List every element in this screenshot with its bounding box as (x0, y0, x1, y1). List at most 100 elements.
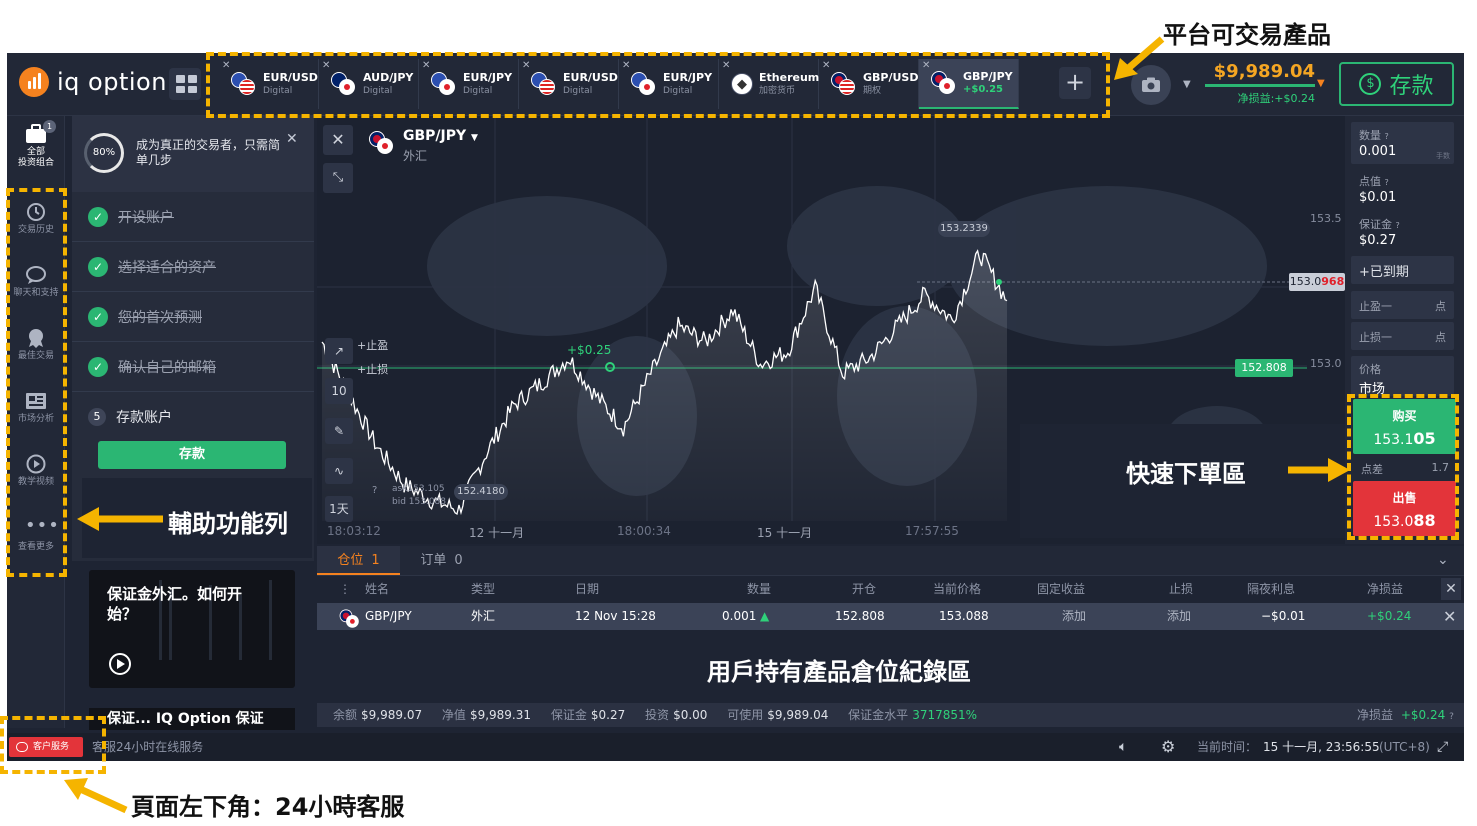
gbp-jpy-flag-icon (369, 131, 395, 155)
briefcase-icon: 1 (25, 120, 56, 144)
order-note: 快速下單區 (1126, 460, 1246, 488)
step-label: 存款账户 (116, 410, 172, 426)
chevron-down-icon[interactable]: ⌄ (1437, 552, 1449, 568)
summary-value: 3717851% (912, 708, 978, 722)
trade-pnl-label: +$0.25 (567, 343, 612, 357)
column-header: 开仓 (852, 582, 877, 596)
ask-price: ask153.105 (392, 484, 445, 494)
close-position-icon[interactable]: ✕ (1443, 603, 1456, 630)
quantity-field[interactable]: 数量 ? 0.001 手数 (1351, 122, 1454, 164)
positions-tabs: 仓位 1 订单 0 ⌄ (317, 546, 1464, 576)
help-icon[interactable]: ? (372, 485, 377, 496)
summary-label: 保证金 (550, 708, 587, 722)
tab-positions[interactable]: 仓位 1 (317, 546, 400, 575)
more-icon[interactable]: ⋮ (339, 576, 351, 603)
cell-type: 外汇 (471, 609, 496, 623)
logo-text: iq option (57, 68, 167, 96)
step-item[interactable]: ✓ 选择适合的资产 (72, 242, 314, 292)
rail-label: 全部 投资组合 (17, 147, 54, 168)
onboarding-text: 成为真正的交易者，只需简单几步 (136, 138, 281, 167)
step-item[interactable]: ✓ 您的首次预测 (72, 292, 314, 342)
column-header: 止损 (1169, 582, 1194, 596)
close-icon[interactable]: ✕ (286, 131, 298, 147)
summary-value: $9,989.04 (767, 708, 829, 722)
logo-icon (19, 67, 49, 97)
close-icon[interactable]: ✕ (323, 125, 353, 155)
video-card[interactable]: 保证... IQ Option 保证 (89, 708, 295, 730)
low-price-label: 152.4180 (454, 484, 508, 500)
chart-type-icon[interactable]: ∿ (325, 458, 353, 484)
close-all-icon[interactable]: ✕ (1441, 578, 1461, 600)
support-highlight (0, 716, 106, 774)
expiry-button[interactable]: +已到期 (1351, 256, 1454, 284)
x-axis-label: 12 十一月 (469, 526, 525, 540)
video-card[interactable]: 保证金外汇。如何开始？ (89, 570, 295, 688)
arrow-icon (1114, 36, 1165, 80)
step-item[interactable]: ✓ 开设账户 (72, 192, 314, 242)
chevron-down-icon[interactable]: ▼ (1183, 79, 1191, 90)
play-icon[interactable] (109, 653, 131, 675)
deposit-button[interactable]: $ 存款 (1339, 62, 1454, 106)
support-note: 頁面左下角：24小時客服 (131, 793, 405, 821)
balance-display[interactable]: $9,989.04 净损益:+$0.24 (1205, 61, 1315, 106)
arrow-icon (64, 778, 128, 814)
cell-qty: 0.001 (722, 609, 757, 623)
indicator-tool-icon[interactable]: 10 (325, 378, 353, 404)
asset-name: GBP/JPY ▼ (403, 128, 478, 144)
asset-header[interactable]: GBP/JPY ▼ 外汇 (369, 128, 478, 164)
gear-icon[interactable]: ⚙ (1161, 733, 1175, 761)
rail-highlight (6, 188, 67, 577)
chevron-down-icon: ▼ (471, 133, 478, 143)
summary-value: $0.00 (673, 708, 708, 722)
chevron-down-icon[interactable]: ▼ (1317, 78, 1325, 89)
volume-icon[interactable]: 🔈︎ (1119, 733, 1127, 761)
grid-menu-icon[interactable] (169, 68, 201, 100)
line-tool-icon[interactable]: ↗ (325, 338, 353, 364)
status-bar: 客户服务 客服24小时在线服务 🔈︎ ⚙ 当前时间： 15 十一月, 23:56… (7, 733, 1464, 761)
onboarding-deposit-button[interactable]: 存款 (98, 441, 286, 469)
cell-fixed[interactable]: 添加 (1062, 603, 1086, 630)
collapse-icon[interactable]: ⤡ (323, 163, 353, 193)
stop-loss-label[interactable]: +止损 (357, 361, 388, 377)
progress-ring: 80% (84, 133, 124, 173)
timeframe-button[interactable]: 1天 (325, 496, 353, 522)
x-axis-label: 17:57:55 (905, 524, 959, 538)
take-profit-label[interactable]: +止盈 (357, 337, 388, 353)
cell-name: GBP/JPY (365, 609, 412, 623)
column-header: 净损益 (1367, 582, 1404, 596)
rail-note: 輔助功能列 (168, 510, 288, 538)
cell-stop[interactable]: 添加 (1167, 603, 1191, 630)
arrow-icon (77, 507, 163, 531)
stop-loss-field[interactable]: 止损一点 (1351, 322, 1454, 350)
video-title: 保证金外汇。如何开始？ (107, 585, 243, 623)
summary-label: 投资 (645, 708, 670, 722)
quantity-unit: 手数 (1436, 152, 1450, 160)
pencil-icon[interactable]: ✎ (325, 418, 353, 444)
step-item[interactable]: 5 存款账户 (72, 392, 314, 442)
check-icon: ✓ (88, 356, 108, 377)
y-axis-label: 153.5 (1310, 212, 1342, 225)
pip-value-box: 点值 ? $0.01 (1351, 168, 1454, 208)
column-header: 姓名 (365, 582, 390, 596)
price-type-select[interactable]: 价格 市场 (1351, 356, 1454, 397)
logo[interactable]: iq option (19, 67, 167, 97)
price-label: 价格 (1359, 363, 1381, 376)
support-text: 客服24小时在线服务 (92, 740, 204, 754)
positions-header: ⋮ 姓名 类型 日期 数量 开仓 当前价格 固定收益 止损 隔夜利息 净损益 (317, 576, 1464, 603)
step-item[interactable]: ✓ 确认自己的邮箱 (72, 342, 314, 392)
summary-value: $9,989.31 (469, 708, 532, 722)
take-profit-field[interactable]: 止盈一点 (1351, 291, 1454, 319)
order-highlight (1347, 394, 1459, 540)
step-label: 您的首次预测 (118, 309, 202, 326)
tab-orders[interactable]: 订单 0 (400, 546, 483, 575)
fullscreen-icon[interactable]: ⤢ (1437, 733, 1448, 761)
rail-item-portfolio[interactable]: 1 全部 投资组合 (7, 120, 65, 169)
table-row[interactable]: GBP/JPY 外汇 12 Nov 15:28 0.001 ▲ 152.808 … (317, 603, 1464, 630)
open-price-tag: 152.808 (1235, 359, 1293, 377)
help-icon: ? (1384, 132, 1389, 141)
gbp-jpy-flag-icon (339, 609, 361, 628)
pip-label: 点值 ? (1359, 175, 1389, 188)
summary-value: $9,989.07 (361, 708, 423, 722)
tabs-note: 平台可交易產品 (1163, 21, 1331, 49)
margin-box: 保证金 ? $0.27 (1351, 211, 1454, 251)
